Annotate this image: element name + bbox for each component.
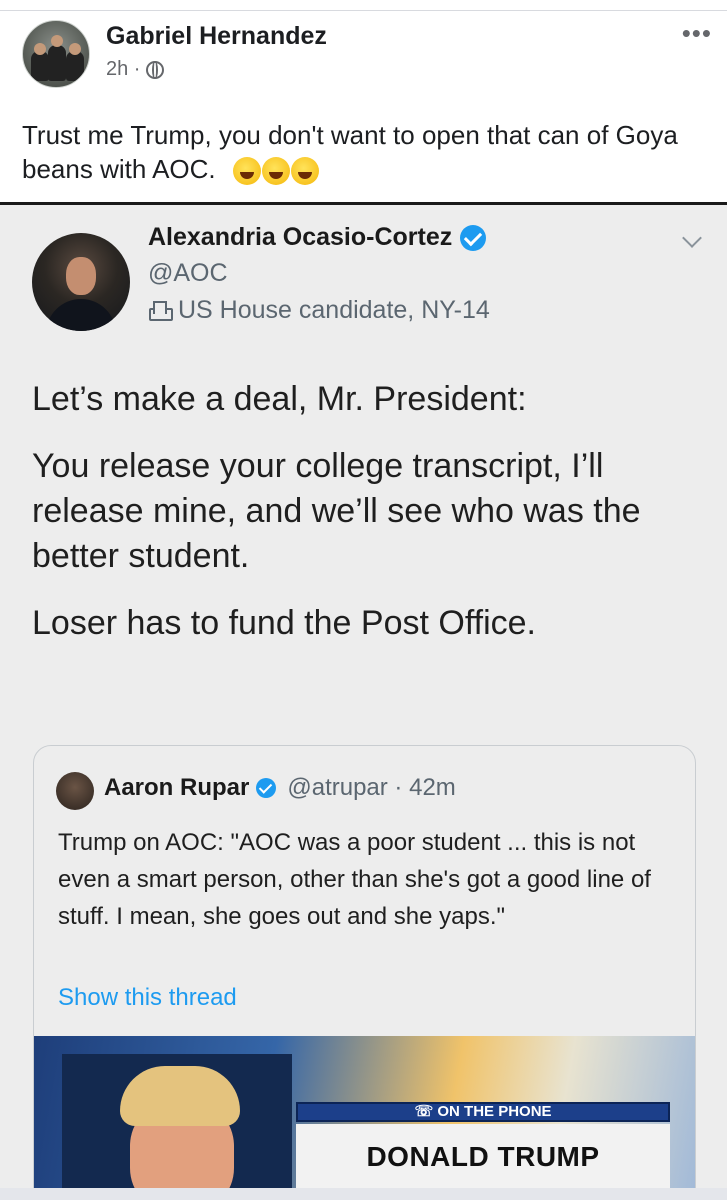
quoted-author-handle: @atrupar · 42m xyxy=(287,774,456,801)
tweet-screenshot[interactable]: Alexandria Ocasio-Cortez @AOC US House c… xyxy=(0,205,727,1200)
bottom-divider xyxy=(0,1188,727,1200)
on-the-phone-banner: ☏ ON THE PHONE xyxy=(296,1102,670,1122)
post-meta: 2h · xyxy=(106,58,165,81)
post-text: Trust me Trump, you don't want to open t… xyxy=(22,118,702,186)
tweet-paragraph: You release your college transcript, I’l… xyxy=(32,447,641,575)
verified-badge-icon xyxy=(256,778,277,798)
tweet-paragraph: Loser has to fund the Post Office. xyxy=(32,604,537,642)
tweet-author-name: Alexandria Ocasio-Cortez xyxy=(148,223,453,251)
globe-icon xyxy=(146,60,165,79)
quoted-tweet-video-still: ☏ ON THE PHONE DONALD TRUMP xyxy=(34,1036,695,1200)
quoted-tweet-text: Trump on AOC: "AOC was a poor student ..… xyxy=(58,829,651,930)
speaker-name-banner: DONALD TRUMP xyxy=(296,1124,670,1194)
author-avatar[interactable] xyxy=(22,20,90,88)
tweet-paragraph: Let’s make a deal, Mr. President: xyxy=(32,380,527,418)
quoted-author-avatar xyxy=(56,772,94,810)
tweet-author-handle: @AOC xyxy=(148,259,228,287)
tears-of-joy-face-icon xyxy=(290,157,319,186)
tweet-author-bio: US House candidate, NY-14 xyxy=(148,296,490,325)
quoted-author-name: Aaron Rupar xyxy=(104,774,250,801)
quoted-tweet: Aaron Rupar @atrupar · 42m Trump on AOC:… xyxy=(33,745,696,1200)
top-divider xyxy=(0,10,727,11)
show-thread-link: Show this thread xyxy=(58,984,237,1011)
post-time[interactable]: 2h · xyxy=(106,58,140,81)
tweet-author-name-row: Alexandria Ocasio-Cortez xyxy=(148,223,487,252)
emoji-row xyxy=(232,157,319,186)
ballot-box-icon xyxy=(148,300,173,322)
author-name[interactable]: Gabriel Hernandez xyxy=(106,22,327,51)
speaker-photo xyxy=(62,1054,292,1200)
tweet-author-avatar xyxy=(32,233,130,331)
chevron-down-icon xyxy=(682,228,702,248)
tweet-author-bio-text: US House candidate, NY-14 xyxy=(178,296,490,324)
rolling-on-floor-laughing-face-icon xyxy=(261,157,290,186)
post-caption: Trust me Trump, you don't want to open t… xyxy=(22,120,678,184)
tweet-body: Let’s make a deal, Mr. President: You re… xyxy=(32,377,712,668)
verified-badge-icon xyxy=(460,224,487,251)
quoted-tweet-header: Aaron Rupar @atrupar · 42m xyxy=(104,774,456,802)
more-options-icon[interactable]: ••• xyxy=(682,20,712,46)
post-header: Gabriel Hernandez 2h · ••• xyxy=(22,20,712,90)
laughing-face-icon xyxy=(232,157,261,186)
